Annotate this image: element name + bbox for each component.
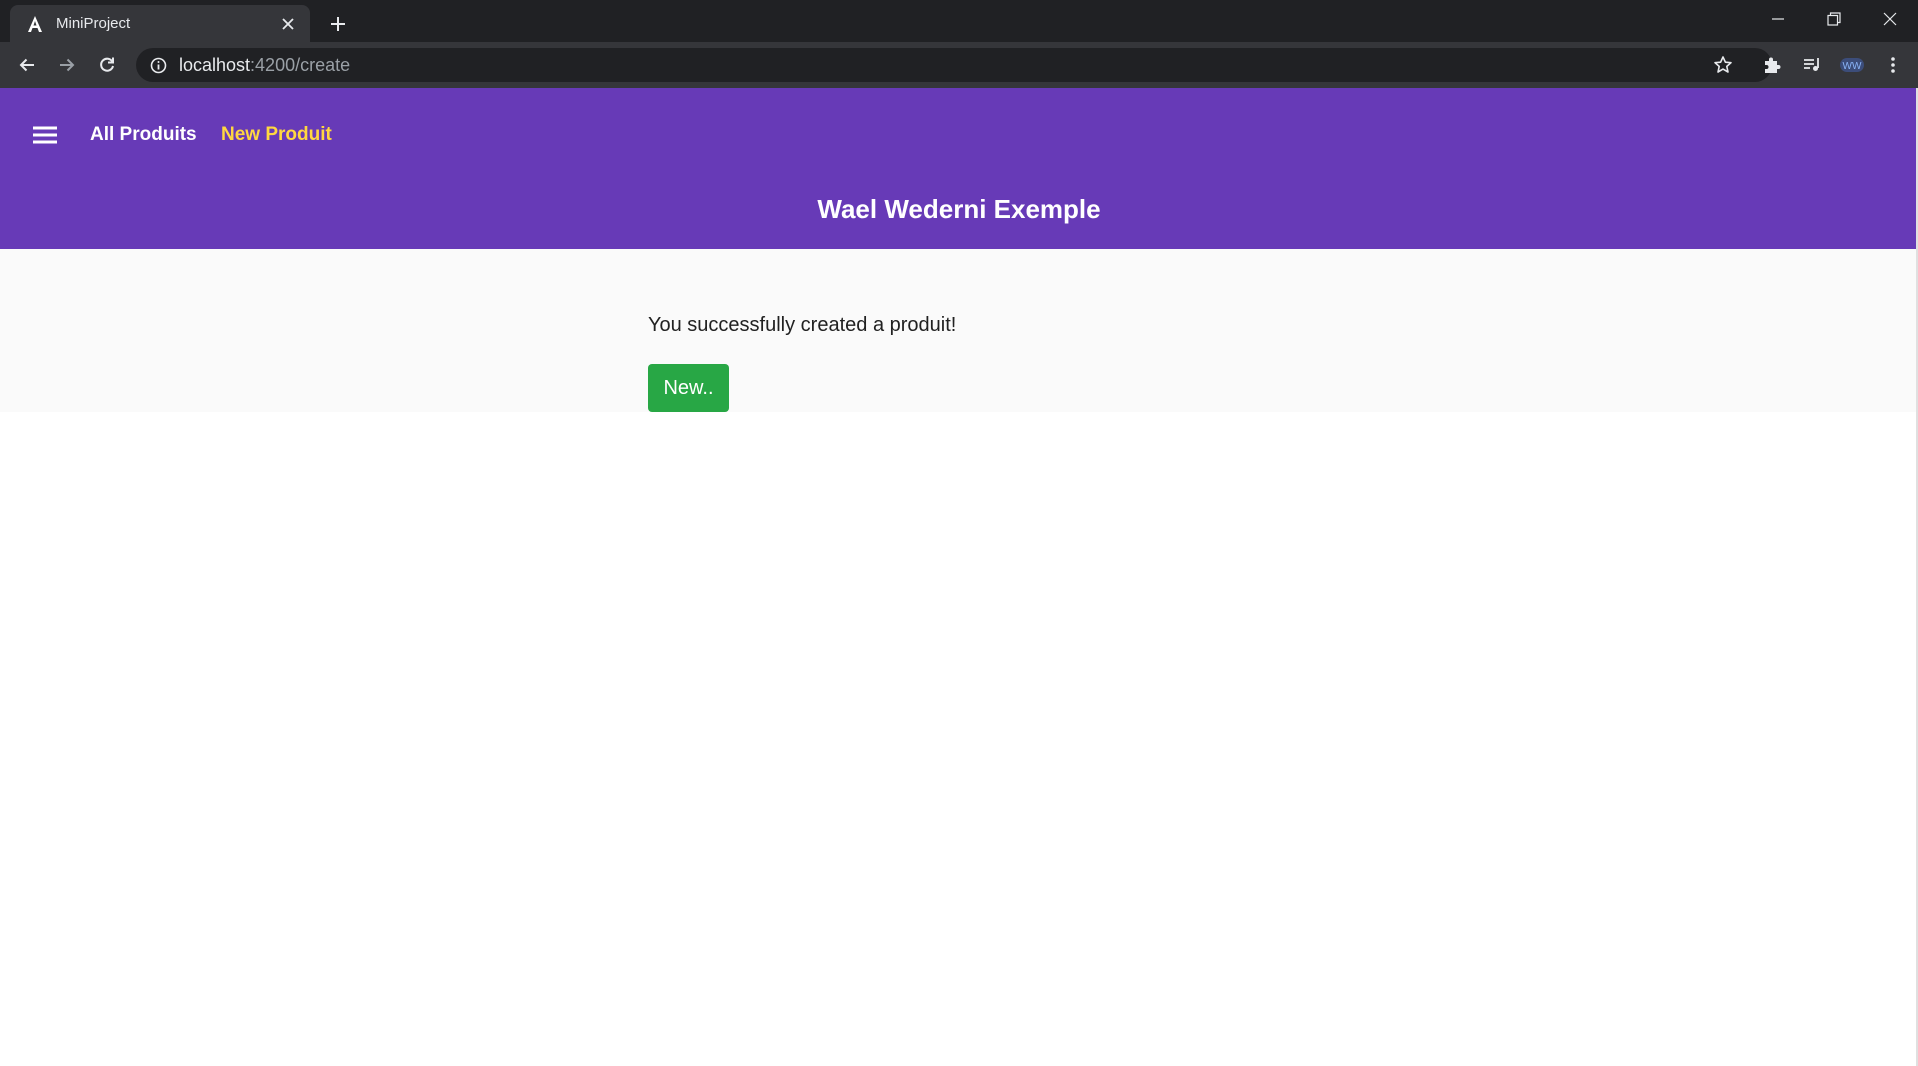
browser-titlebar: MiniProject	[0, 0, 1918, 42]
nav-link-new-produit[interactable]: New Produit	[221, 119, 332, 151]
forward-arrow-icon[interactable]	[51, 49, 83, 81]
restore-icon[interactable]	[1806, 0, 1862, 38]
new-button[interactable]: New..	[648, 364, 729, 412]
page-viewport: All Produits New Produit Wael Wederni Ex…	[0, 88, 1918, 1066]
page-title: Wael Wederni Exemple	[817, 194, 1101, 224]
profile-avatar-icon[interactable]: WW	[1836, 49, 1868, 81]
browser-tab[interactable]: MiniProject	[10, 5, 310, 42]
browser-menu-icon[interactable]	[1877, 49, 1909, 81]
back-arrow-icon[interactable]	[11, 49, 43, 81]
app-header: All Produits New Produit Wael Wederni Ex…	[0, 88, 1918, 249]
extensions-puzzle-icon[interactable]	[1756, 49, 1788, 81]
close-window-icon[interactable]	[1862, 0, 1918, 38]
site-info-icon[interactable]	[150, 57, 167, 74]
svg-text:WW: WW	[1843, 61, 1862, 72]
success-message: You successfully created a produit!	[648, 314, 957, 336]
tab-title: MiniProject	[56, 15, 131, 32]
browser-toolbar: localhost:4200/create WW	[0, 42, 1918, 88]
content-panel: You successfully created a produit! New.…	[0, 249, 1918, 412]
new-tab-icon[interactable]	[322, 8, 354, 40]
url-path: :4200/create	[250, 54, 351, 75]
hamburger-menu-icon[interactable]	[28, 118, 62, 152]
close-tab-icon[interactable]	[274, 10, 302, 38]
reload-icon[interactable]	[91, 49, 123, 81]
angular-icon	[26, 15, 44, 33]
url-host: localhost	[179, 54, 251, 75]
minimize-icon[interactable]	[1750, 0, 1806, 38]
address-bar[interactable]: localhost:4200/create	[136, 48, 1772, 82]
nav-link-all-produits[interactable]: All Produits	[90, 119, 197, 151]
media-playlist-icon[interactable]	[1796, 49, 1828, 81]
bookmark-star-icon[interactable]	[1707, 49, 1739, 81]
